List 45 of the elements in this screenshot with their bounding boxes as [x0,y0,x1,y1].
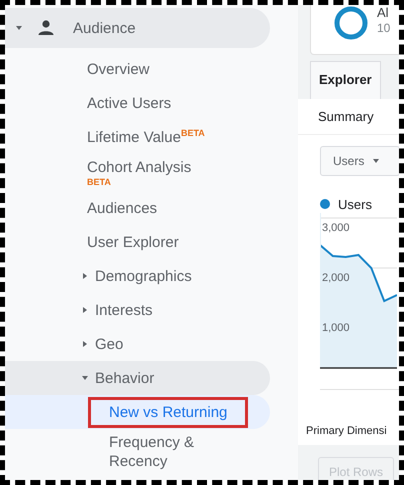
nav-label: Overview [87,60,150,78]
nav-label: Active Users [87,94,172,112]
y-tick-label: 1,000 [322,322,350,334]
nav-label: Frequency & Recency [109,433,196,471]
nav-group[interactable]: Geo [5,327,270,361]
nav-label: Audience [73,18,136,38]
caret-icon [15,24,23,32]
nav-label: New vs Returning [109,402,228,422]
nav-label: Interests [95,300,153,320]
metric-dropdown[interactable]: Users [320,146,399,176]
nav-label: Behavior [95,368,154,388]
nav-item[interactable]: User Explorer [5,225,270,259]
person-icon [37,19,55,37]
nav-label: User Explorer [87,232,179,252]
caret-icon [81,374,89,382]
caret-icon [81,306,89,314]
tab[interactable]: Explorer [310,61,381,99]
nav-label: Demographics [95,266,192,286]
caret-icon [81,272,89,280]
legend-label: Users [338,196,372,212]
nav-item[interactable]: New vs Returning [5,395,270,429]
nav-group[interactable]: Demographics [5,259,270,293]
primary-dimension-label: Primary Dimensi [305,424,388,438]
nav-group[interactable]: Behavior [5,361,270,395]
nav-label: Lifetime Value$^{BETA}$ [87,128,205,146]
nav-item[interactable]: Audiences [5,191,270,225]
nav-group[interactable]: Interests [5,293,270,327]
ring-icon [333,5,369,41]
nav-label: Audiences [87,198,158,218]
subtab[interactable]: Summary [318,109,374,124]
nav-section[interactable]: Audience [5,8,270,48]
card-value: 10 [377,20,390,36]
caret-icon [372,157,380,165]
nav-item[interactable]: Active Users [5,86,270,120]
beta-label: BETA [87,177,112,187]
nav-item[interactable]: Overview [5,52,270,86]
nav-item[interactable]: Frequency & Recency [5,429,270,475]
caret-icon [81,340,89,348]
y-tick-label: 3,000 [322,222,350,234]
nav-item[interactable]: Cohort Analysis BETA [5,154,270,191]
nav-label: Cohort Analysis [87,158,192,177]
y-tick-label: 2,000 [322,272,350,284]
nav-item[interactable]: Lifetime Value$^{BETA}$ [5,120,270,154]
nav-label: Geo [95,334,124,354]
card-title: Al [377,6,390,20]
